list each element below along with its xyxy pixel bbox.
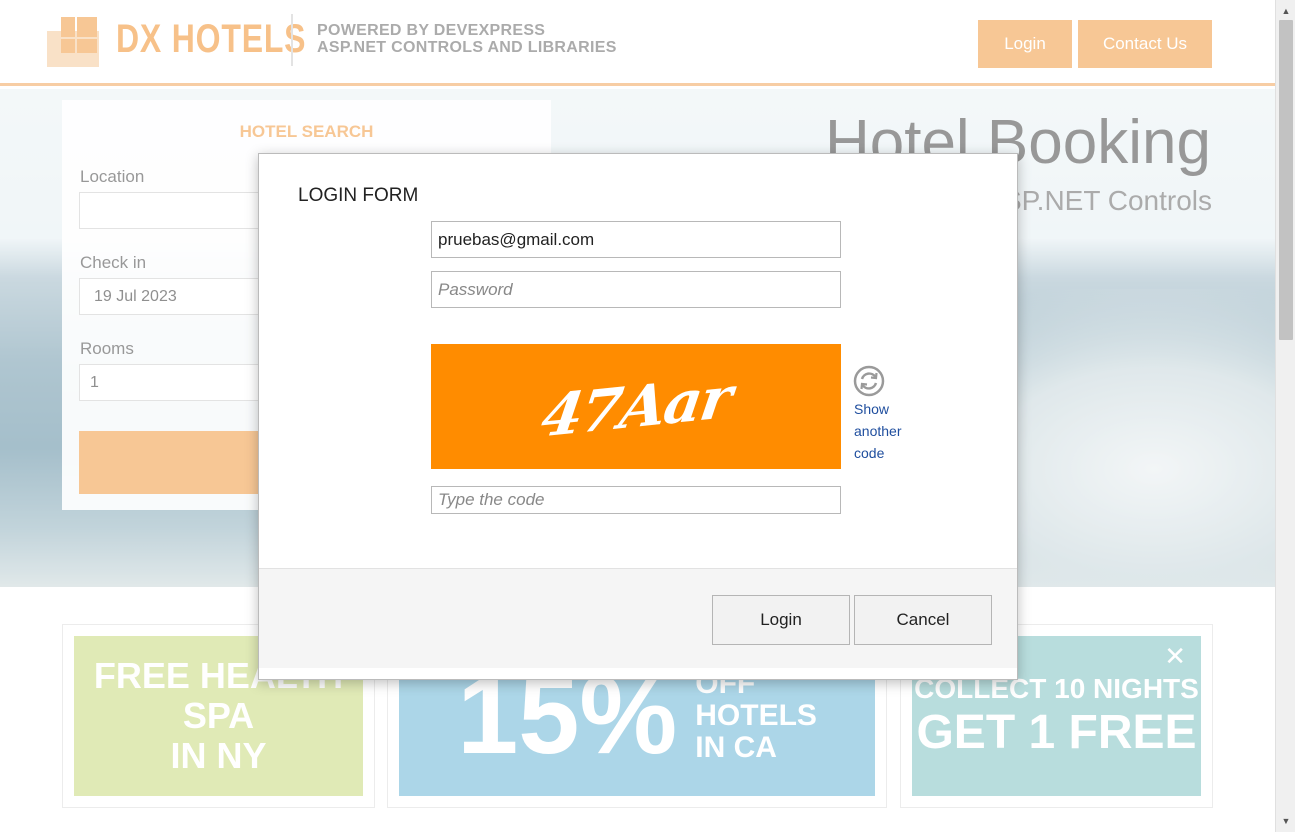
login-dialog: LOGIN FORM pruebas@gmail.com Password 47… [258, 153, 1018, 680]
email-field[interactable]: pruebas@gmail.com [431, 221, 841, 258]
refresh-link-line1: Show [854, 401, 890, 417]
captcha-code-field[interactable]: Type the code [431, 486, 841, 514]
password-field[interactable]: Password [431, 271, 841, 308]
scroll-thumb[interactable] [1279, 20, 1293, 340]
scroll-up-icon[interactable]: ▲ [1276, 2, 1295, 20]
captcha-image: 47Aar [431, 344, 841, 469]
dialog-footer: Login Cancel [259, 568, 1017, 668]
scroll-down-icon[interactable]: ▼ [1276, 812, 1295, 830]
refresh-icon[interactable] [853, 365, 885, 397]
refresh-link-line3: code [854, 445, 885, 461]
login-button[interactable]: Login [712, 595, 850, 645]
page-scrollbar[interactable]: ▲ ▼ [1275, 0, 1295, 832]
dialog-title: LOGIN FORM [298, 185, 419, 206]
show-another-code-link[interactable]: Show another code [854, 398, 924, 464]
captcha-code: 47Aar [537, 363, 735, 450]
cancel-button[interactable]: Cancel [854, 595, 992, 645]
refresh-link-line2: another [854, 423, 902, 439]
